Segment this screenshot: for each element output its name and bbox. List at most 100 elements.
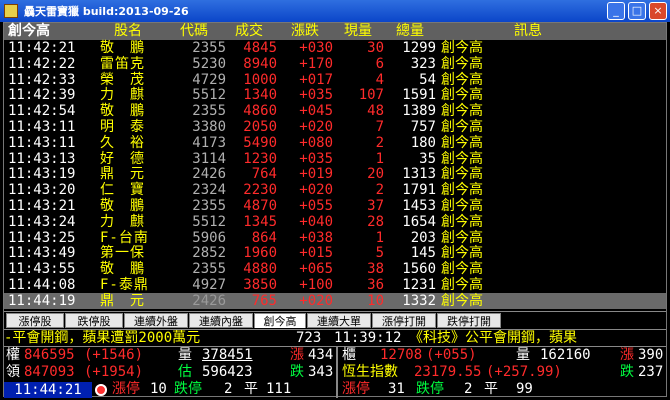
col-change[interactable]: 漲跌 [291, 23, 319, 40]
tab-7[interactable]: 跌停打開 [437, 313, 501, 328]
col-volume[interactable]: 現量 [344, 23, 372, 40]
cell-deal: 764 [251, 166, 277, 183]
cell-msg: 創今高 [441, 103, 483, 120]
taiex-volume-label: 量 [178, 347, 192, 363]
cell-volume: 7 [375, 119, 384, 135]
col-total[interactable]: 總量 [396, 23, 424, 40]
cell-msg: 創今高 [441, 182, 483, 199]
cell-volume: 37 [367, 198, 384, 214]
otc-advance-count: 390 [638, 347, 664, 363]
cell-time: 11:42:33 [8, 71, 76, 88]
table-row[interactable]: 11:43:11 明 泰 3380 2050 +020 7 757 創今高 [4, 119, 666, 135]
tab-2[interactable]: 連續外盤 [124, 313, 188, 328]
cell-total: 1654 [402, 213, 436, 230]
cell-msg: 創今高 [441, 87, 483, 104]
cell-deal: 1230 [243, 150, 277, 167]
cell-name: 雷笛克 [100, 55, 145, 72]
cell-volume: 6 [375, 55, 384, 72]
table-row[interactable]: 11:42:21 敬 鵬 2355 4845 +030 30 1299 創今高 [4, 40, 666, 56]
tab-0[interactable]: 漲停股 [6, 313, 64, 328]
cell-deal: 4845 [243, 40, 277, 56]
table-row[interactable]: 11:42:22 雷笛克 5230 8940 +170 6 323 創今高 [4, 56, 666, 72]
cell-code: 2355 [192, 198, 226, 214]
cell-name: 好 德 [100, 150, 145, 167]
cell-total: 1299 [402, 40, 436, 56]
ticker-headline-left: -平會開鋼，蘋果遭罰2000萬元 [4, 330, 201, 346]
stats-divider [336, 347, 338, 398]
cell-msg: 創今高 [441, 245, 483, 262]
main-panel: 創今高 股名 代碼 成交 漲跌 現量 總量 訊息 11:42:21 敬 鵬 2355… [3, 22, 667, 398]
cell-name: 久 裕 [100, 134, 145, 151]
table-row[interactable]: 11:43:25 F-台南 5906 864 +038 1 203 創今高 [4, 230, 666, 246]
cell-time: 11:43:55 [8, 261, 76, 278]
tab-5[interactable]: 連續大單 [307, 313, 371, 328]
table-row[interactable]: 11:43:20 仁 寶 2324 2230 +020 2 1791 創今高 [4, 182, 666, 198]
cell-total: 1791 [402, 182, 436, 199]
cell-msg: 創今高 [441, 166, 483, 183]
maximize-button[interactable]: □ [628, 2, 646, 20]
col-code[interactable]: 代碼 [180, 23, 208, 40]
table-row[interactable]: 11:42:39 力 麒 5512 1340 +035 107 1591 創今高 [4, 87, 666, 103]
otc-label: 櫃 [342, 347, 356, 363]
decline-label: 跌 [290, 364, 304, 380]
table-row[interactable]: 11:42:33 榮 茂 4729 1000 +017 4 54 創今高 [4, 72, 666, 88]
table-row[interactable]: 11:42:54 敬 鵬 2355 4860 +045 48 1389 創今高 [4, 103, 666, 119]
cell-deal: 4860 [243, 103, 277, 120]
alarm-icon[interactable] [95, 384, 107, 396]
table-row[interactable]: 11:44:19 鼎 元 2426 765 +020 10 1332 創今高 [4, 292, 666, 309]
tab-3[interactable]: 連續內盤 [189, 313, 253, 328]
cell-name: 鼎 元 [100, 292, 145, 309]
cell-change: +100 [299, 277, 333, 293]
taiex-label: 權 [6, 347, 20, 363]
cell-msg: 創今高 [441, 198, 483, 214]
minimize-button[interactable]: _ [607, 2, 625, 20]
table-header: 創今高 股名 代碼 成交 漲跌 現量 總量 訊息 [4, 23, 666, 40]
cell-total: 1591 [402, 87, 436, 104]
cell-deal: 1340 [243, 87, 277, 104]
cell-name: 敬 鵬 [100, 103, 145, 120]
cell-code: 5906 [192, 229, 226, 246]
table-row[interactable]: 11:44:08 F-泰鼎 4927 3850 +100 36 1231 創今高 [4, 277, 666, 293]
otc-flat-count: 99 [516, 381, 533, 397]
col-name[interactable]: 股名 [114, 23, 142, 40]
tab-bar: 漲停股 跌停股 連續外盤 連續內盤 創今高 連續大單 漲停打開 跌停打開 [4, 311, 666, 330]
title-bar: 驫天雷寶獵 build:2013-09-26 _ □ × [0, 0, 670, 22]
cell-code: 2852 [192, 245, 226, 262]
cell-time: 11:43:20 [8, 182, 76, 199]
cell-total: 54 [419, 71, 436, 88]
cell-volume: 48 [367, 103, 384, 120]
table-row[interactable]: 11:43:21 敬 鵬 2355 4870 +055 37 1453 創今高 [4, 198, 666, 214]
table-row[interactable]: 11:43:24 力 麒 5512 1345 +040 28 1654 創今高 [4, 214, 666, 230]
cell-msg: 創今高 [441, 277, 483, 293]
cell-total: 180 [410, 134, 436, 151]
cell-code: 2355 [192, 103, 226, 120]
otc-limit-down-label: 跌停 [416, 381, 444, 397]
cell-total: 35 [419, 150, 436, 167]
app-icon [4, 4, 18, 18]
cell-change: +038 [299, 229, 333, 246]
otc-decline-label: 跌 [620, 364, 634, 380]
table-row[interactable]: 11:43:49 第一保 2852 1960 +015 5 145 創今高 [4, 245, 666, 261]
ticker-time: 11:39:12 [334, 330, 402, 346]
lead-value: 847093 [24, 364, 75, 380]
hsi-value: 23179.55 [414, 364, 482, 380]
cell-total: 1453 [402, 198, 436, 214]
table-row[interactable]: 11:43:13 好 德 3114 1230 +035 1 35 創今高 [4, 151, 666, 167]
filter-label[interactable]: 創今高 [8, 23, 50, 40]
lead-label: 領 [6, 364, 20, 380]
col-deal[interactable]: 成交 [235, 23, 263, 40]
tab-4[interactable]: 創今高 [254, 313, 306, 328]
table-row[interactable]: 11:43:55 敬 鵬 2355 4880 +065 38 1560 創今高 [4, 261, 666, 277]
tab-1[interactable]: 跌停股 [65, 313, 123, 328]
table-row[interactable]: 11:43:19 鼎 元 2426 764 +019 20 1313 創今高 [4, 166, 666, 182]
col-msg[interactable]: 訊息 [514, 23, 542, 40]
tab-6[interactable]: 漲停打開 [372, 313, 436, 328]
cell-deal: 2050 [243, 119, 277, 135]
cell-total: 1332 [402, 292, 436, 309]
table-row[interactable]: 11:43:11 久 裕 4173 5490 +080 2 180 創今高 [4, 135, 666, 151]
cell-volume: 1 [375, 150, 384, 167]
lead-change: (+1954) [84, 364, 144, 380]
cell-code: 2426 [192, 292, 226, 309]
close-button[interactable]: × [649, 2, 667, 20]
cell-name: 力 麒 [100, 87, 145, 104]
